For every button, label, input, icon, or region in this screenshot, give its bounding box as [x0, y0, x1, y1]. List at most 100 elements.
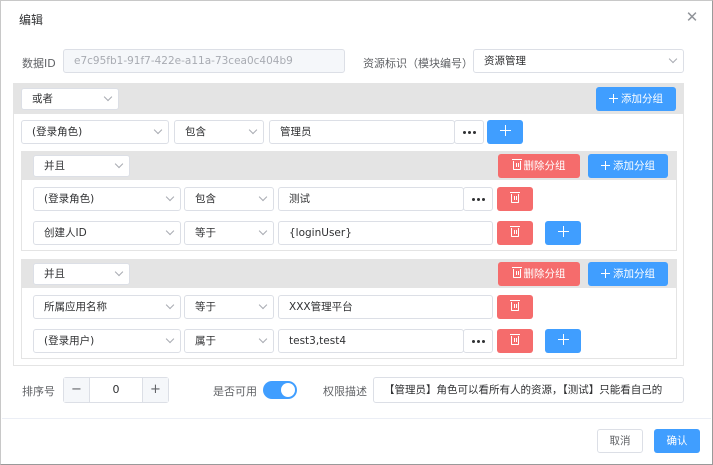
subgroup-1-add-label: 添加分组: [613, 160, 655, 172]
subgroup-2-cond-2-field-select[interactable]: (登录用户): [33, 329, 181, 353]
root-cond-op-value: 包含: [185, 126, 206, 138]
trash-icon: [510, 300, 520, 311]
subgroup-1-cond-1-delete-button[interactable]: [497, 187, 533, 211]
trash-icon: [511, 267, 522, 278]
increment-button[interactable]: +: [142, 378, 168, 402]
subgroup-2-cond-2-op-select[interactable]: 属于: [184, 329, 274, 353]
subgroup-2: 并且 删除分组 添加分组 所属应用名称 等于 XXX管理平台 (登录用户) 属于…: [21, 259, 677, 359]
resource-select-value: 资源管理: [484, 55, 526, 67]
toggle-knob: [281, 383, 295, 397]
sort-label: 排序号: [22, 385, 55, 398]
dialog-title: 编辑: [19, 13, 44, 27]
root-add-group-button[interactable]: 添加分组: [596, 87, 676, 111]
decrement-button[interactable]: −: [64, 378, 90, 402]
data-id-field[interactable]: e7c95fb1-91f7-422e-a11a-73cea0c404b9: [63, 49, 345, 73]
subgroup-1-add-condition-button[interactable]: [545, 221, 581, 245]
plus-icon: [557, 226, 569, 237]
subgroup-2-cond-2-op-value: 属于: [195, 335, 216, 347]
resource-select[interactable]: 资源管理: [473, 49, 684, 73]
chevron-down-icon: [165, 334, 175, 344]
subgroup-2-cond-2-delete-button[interactable]: [497, 329, 533, 353]
sort-input[interactable]: 0: [90, 378, 142, 402]
more-icon[interactable]: [454, 120, 484, 144]
plus-icon: [609, 94, 618, 103]
subgroup-2-cond-1-delete-button[interactable]: [497, 295, 533, 319]
cancel-button[interactable]: 取消: [597, 429, 643, 453]
subgroup-2-cond-2-field-value: (登录用户): [44, 335, 95, 347]
plus-icon: [499, 125, 511, 136]
more-icon[interactable]: [463, 187, 493, 211]
chevron-down-icon: [114, 159, 124, 169]
root-group: 或者 添加分组 (登录角色) 包含 管理员 并且 删除分组 添加分组 (登录角色…: [13, 83, 684, 366]
subgroup-1-cond-2-value-input[interactable]: {loginUser}: [278, 221, 493, 245]
subgroup-1: 并且 删除分组 添加分组 (登录角色) 包含 测试 创建人ID 等于 {logi…: [21, 151, 677, 251]
plus-icon: [557, 334, 569, 345]
chevron-down-icon: [165, 192, 175, 202]
chevron-down-icon: [103, 92, 113, 102]
desc-input[interactable]: 【管理员】角色可以看所有人的资源，【测试】只能看自己的: [373, 377, 684, 403]
chevron-down-icon: [114, 267, 124, 277]
enabled-toggle[interactable]: [263, 381, 297, 399]
subgroup-1-cond-1-field-value: (登录角色): [44, 193, 95, 205]
root-add-condition-button[interactable]: [487, 120, 523, 144]
subgroup-2-delete-button[interactable]: 删除分组: [498, 262, 580, 286]
subgroup-1-delete-label: 删除分组: [523, 160, 566, 172]
trash-icon: [510, 334, 520, 345]
chevron-down-icon: [248, 125, 258, 135]
chevron-down-icon: [668, 54, 678, 64]
chevron-down-icon: [258, 334, 268, 344]
root-cond-op-select[interactable]: 包含: [174, 120, 264, 144]
subgroup-1-cond-1-op-value: 包含: [195, 193, 216, 205]
footer-divider: [2, 418, 711, 419]
sort-stepper: − 0 +: [63, 377, 169, 403]
subgroup-2-cond-1-field-value: 所属应用名称: [44, 301, 107, 313]
subgroup-1-operator-value: 并且: [44, 160, 65, 172]
plus-icon: [601, 161, 610, 170]
subgroup-1-cond-1-op-select[interactable]: 包含: [184, 187, 274, 211]
subgroup-2-operator-value: 并且: [44, 268, 65, 280]
subgroup-1-cond-2-field-value: 创建人ID: [44, 227, 87, 239]
root-operator-value: 或者: [32, 93, 53, 105]
resource-label: 资源标识（模块编号）: [363, 57, 473, 70]
chevron-down-icon: [165, 300, 175, 310]
desc-label: 权限描述: [323, 385, 367, 398]
trash-icon: [510, 226, 520, 237]
edit-dialog: 编辑 ✕ 数据ID e7c95fb1-91f7-422e-a11a-73cea0…: [0, 0, 713, 465]
trash-icon: [510, 192, 520, 203]
subgroup-1-cond-2-field-select[interactable]: 创建人ID: [33, 221, 181, 245]
chevron-down-icon: [258, 300, 268, 310]
root-operator-select[interactable]: 或者: [21, 88, 119, 110]
subgroup-2-delete-label: 删除分组: [523, 268, 566, 280]
root-cond-value-input[interactable]: 管理员: [269, 120, 455, 144]
subgroup-2-cond-1-field-select[interactable]: 所属应用名称: [33, 295, 181, 319]
more-icon[interactable]: [463, 329, 493, 353]
confirm-button[interactable]: 确认: [654, 429, 700, 453]
chevron-down-icon: [258, 192, 268, 202]
subgroup-1-add-button[interactable]: 添加分组: [588, 154, 668, 178]
root-cond-field-value: (登录角色): [32, 126, 83, 138]
subgroup-2-cond-1-op-value: 等于: [195, 301, 216, 313]
subgroup-1-cond-2-op-select[interactable]: 等于: [184, 221, 274, 245]
subgroup-1-delete-button[interactable]: 删除分组: [498, 154, 580, 178]
subgroup-1-operator-select[interactable]: 并且: [33, 155, 130, 177]
subgroup-2-add-button[interactable]: 添加分组: [588, 262, 668, 286]
subgroup-2-operator-select[interactable]: 并且: [33, 263, 130, 285]
subgroup-2-cond-1-op-select[interactable]: 等于: [184, 295, 274, 319]
root-add-group-label: 添加分组: [621, 93, 663, 105]
subgroup-2-cond-2-value-input[interactable]: test3,test4: [278, 329, 464, 353]
chevron-down-icon: [153, 125, 163, 135]
subgroup-2-add-condition-button[interactable]: [545, 329, 581, 353]
subgroup-1-cond-1-field-select[interactable]: (登录角色): [33, 187, 181, 211]
subgroup-1-cond-2-delete-button[interactable]: [497, 221, 533, 245]
subgroup-2-cond-1-value-input[interactable]: XXX管理平台: [278, 295, 493, 319]
chevron-down-icon: [165, 226, 175, 236]
chevron-down-icon: [258, 226, 268, 236]
subgroup-1-cond-1-value-input[interactable]: 测试: [278, 187, 464, 211]
subgroup-1-cond-2-op-value: 等于: [195, 227, 216, 239]
subgroup-2-add-label: 添加分组: [613, 268, 655, 280]
enabled-label: 是否可用: [213, 385, 257, 398]
plus-icon: [601, 269, 610, 278]
root-cond-field-select[interactable]: (登录角色): [21, 120, 169, 144]
close-icon[interactable]: ✕: [685, 10, 699, 25]
data-id-label: 数据ID: [22, 57, 56, 70]
